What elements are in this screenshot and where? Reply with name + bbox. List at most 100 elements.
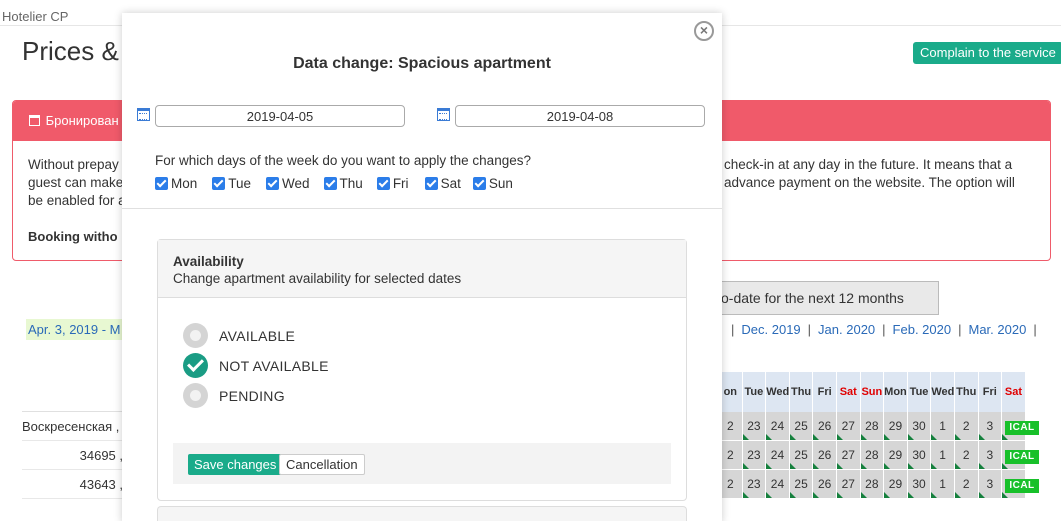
day-cell[interactable]: 25 — [789, 470, 813, 498]
day-cell[interactable]: 24 — [766, 470, 789, 498]
close-icon[interactable]: × — [694, 21, 714, 41]
day-cell[interactable]: 3 — [978, 412, 1002, 440]
day-number: 28 — [865, 477, 879, 491]
month-link[interactable]: Dec. 2019 — [741, 322, 800, 337]
day-cell[interactable]: 23 — [742, 470, 766, 498]
day-cell[interactable]: 26 — [813, 441, 836, 469]
day-cell[interactable]: 1 — [931, 412, 954, 440]
up-to-date-button[interactable]: o-date for the next 12 months — [700, 281, 939, 315]
apartment-name[interactable]: 43643 , — [22, 470, 123, 499]
status-marker — [931, 463, 938, 469]
apartment-name[interactable]: 34695 , — [22, 441, 123, 470]
apartment-name[interactable]: Воскресенская , — [22, 412, 123, 441]
month-link[interactable]: Jan. 2020 — [818, 322, 875, 337]
complain-button[interactable]: Complain to the service — [913, 42, 1061, 64]
checkbox-checked-icon[interactable] — [212, 177, 226, 190]
data-change-modal: × Data change: Spacious apartment For wh… — [122, 13, 722, 521]
status-marker — [742, 434, 749, 440]
day-cell[interactable]: 24 — [766, 441, 789, 469]
status-marker — [836, 434, 843, 440]
cancel-button[interactable]: Cancellation — [279, 454, 365, 475]
weekday-tue[interactable]: Tue — [212, 176, 251, 191]
month-link[interactable]: Feb. 2020 — [893, 322, 952, 337]
day-cell[interactable]: 29 — [884, 441, 907, 469]
checkbox-checked-icon[interactable] — [472, 177, 486, 190]
day-cell[interactable]: 26 — [813, 470, 836, 498]
day-cell[interactable]: 27 — [836, 470, 860, 498]
calendar-row: 223242526272829301234 — [719, 470, 1026, 499]
day-cell[interactable]: 1 — [931, 470, 954, 498]
day-number: 28 — [865, 419, 879, 433]
radio-available[interactable]: AVAILABLE — [183, 323, 295, 348]
status-marker — [789, 434, 796, 440]
radio-label: NOT AVAILABLE — [219, 357, 329, 374]
save-changes-button[interactable]: Save changes — [188, 454, 283, 475]
radio-label: PENDING — [219, 387, 285, 404]
checkbox-checked-icon[interactable] — [155, 177, 168, 190]
checkbox-checked-icon[interactable] — [424, 177, 438, 190]
day-cell[interactable]: 27 — [836, 441, 860, 469]
day-cell[interactable]: 30 — [907, 412, 931, 440]
ical-badge[interactable]: ICAL — [1005, 421, 1039, 435]
day-cell[interactable]: 2 — [954, 412, 978, 440]
day-cell[interactable]: 27 — [836, 412, 860, 440]
status-marker — [884, 463, 891, 469]
day-cell[interactable]: 30 — [907, 441, 931, 469]
weekday-sat[interactable]: Sat — [424, 176, 461, 191]
day-cell[interactable]: 24 — [766, 412, 789, 440]
status-marker — [884, 492, 891, 498]
weekday-label: Sun — [488, 176, 513, 191]
day-cell[interactable]: 30 — [907, 470, 931, 498]
weekday-wed[interactable]: Wed — [266, 176, 310, 191]
day-number: 2 — [962, 477, 970, 491]
day-cell[interactable]: 23 — [742, 412, 766, 440]
day-cell[interactable]: 29 — [884, 412, 907, 440]
booking-panel-title: Бронирован — [45, 113, 119, 128]
day-number: 28 — [865, 448, 879, 462]
day-cell[interactable]: 2 — [719, 441, 742, 469]
day-cell[interactable]: 2 — [954, 470, 978, 498]
day-cell[interactable]: 2 — [719, 470, 742, 498]
day-cell[interactable]: 25 — [789, 412, 813, 440]
day-cell[interactable]: 23 — [742, 441, 766, 469]
day-cell[interactable]: 28 — [860, 470, 884, 498]
status-marker — [860, 434, 867, 440]
day-number: 2 — [726, 477, 734, 491]
weekday-checkboxes: Mon Tue Wed Thu Fri Sat Sun — [155, 176, 513, 191]
date-to-input[interactable] — [455, 105, 705, 127]
ical-badge[interactable]: ICAL — [1005, 450, 1039, 464]
weekday-sun[interactable]: Sun — [472, 176, 513, 191]
day-cell[interactable]: 28 — [860, 412, 884, 440]
checkbox-checked-icon[interactable] — [266, 177, 280, 190]
weekday-fri[interactable]: Fri — [376, 176, 409, 191]
radio-icon[interactable] — [183, 323, 208, 348]
day-number: 29 — [888, 477, 903, 491]
checkbox-checked-icon[interactable] — [376, 177, 390, 190]
day-number: 30 — [912, 477, 926, 491]
radio-pending[interactable]: PENDING — [183, 383, 285, 408]
day-cell[interactable]: 3 — [978, 470, 1002, 498]
day-cell[interactable]: 26 — [813, 412, 836, 440]
ical-badge[interactable]: ICAL — [1005, 479, 1039, 493]
day-cell[interactable]: 2 — [954, 441, 978, 469]
checkbox-checked-icon[interactable] — [323, 177, 337, 190]
weekday-mon[interactable]: Mon — [155, 176, 197, 191]
day-cell[interactable]: 25 — [789, 441, 813, 469]
status-marker — [907, 463, 914, 469]
month-nav: | Dec. 2019 | Jan. 2020 | Feb. 2020 | Mar. 2020… — [731, 322, 1037, 337]
day-cell[interactable]: 28 — [860, 441, 884, 469]
day-cell[interactable]: 1 — [931, 441, 954, 469]
month-link[interactable]: Mar. 2020 — [968, 322, 1026, 337]
availability-title: Availability — [173, 254, 244, 269]
day-cell[interactable]: 3 — [978, 441, 1002, 469]
weekday-label: Sat — [440, 176, 461, 191]
day-cell[interactable]: 2 — [719, 412, 742, 440]
weekday-thu[interactable]: Thu — [323, 176, 363, 191]
date-from-input[interactable] — [155, 105, 405, 127]
radio-icon[interactable] — [183, 383, 208, 408]
status-marker — [954, 492, 961, 498]
day-cell[interactable]: 29 — [884, 470, 907, 498]
radio-not-available[interactable]: NOT AVAILABLE — [183, 353, 329, 378]
availability-panel: Availability Change apartment availabili… — [157, 239, 687, 501]
checkmark-icon[interactable] — [183, 353, 208, 378]
